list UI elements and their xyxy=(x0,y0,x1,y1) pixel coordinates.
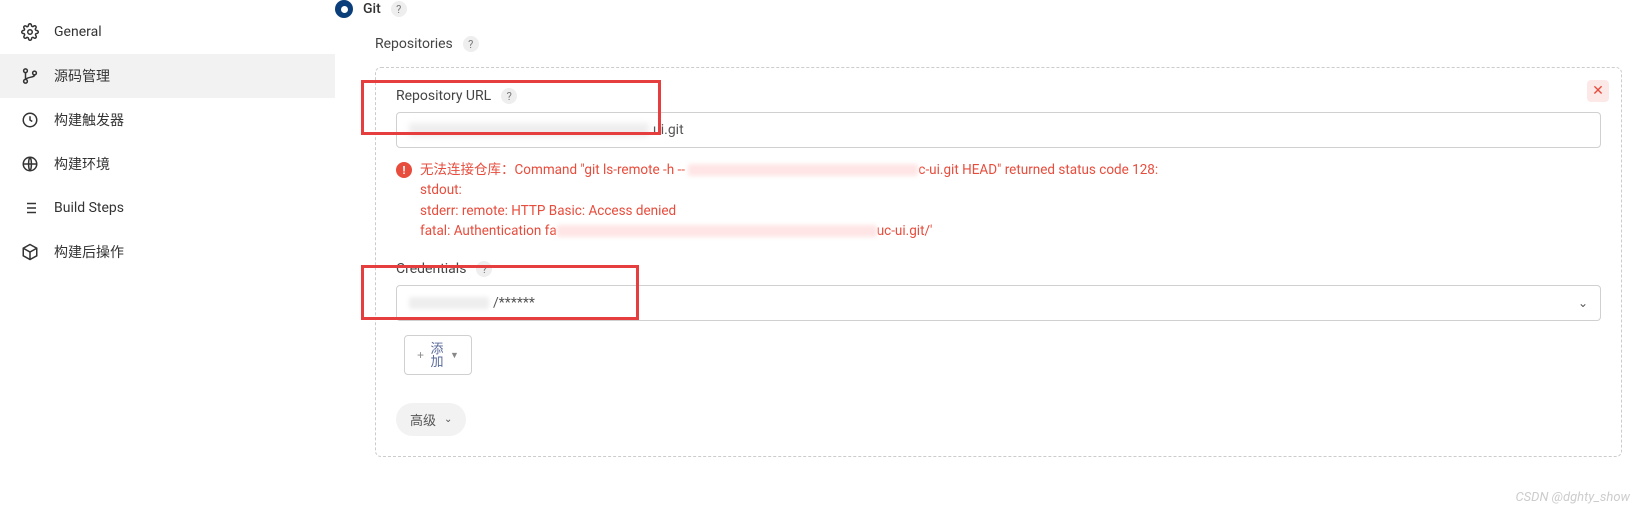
sidebar-item-scm[interactable]: 源码管理 xyxy=(0,54,335,98)
main-content: Git ? Repositories ? ✕ Repository URL ? … xyxy=(335,0,1642,513)
sidebar-item-environment[interactable]: 构建环境 xyxy=(0,142,335,186)
scm-git-option[interactable]: Git ? xyxy=(335,0,1622,18)
sidebar-item-label: General xyxy=(54,24,102,40)
repository-block: ✕ Repository URL ? ui.git ! 无法连接仓库：Comma… xyxy=(375,67,1622,457)
help-icon[interactable]: ? xyxy=(391,1,407,17)
credentials-select[interactable]: /****** ⌄ xyxy=(396,285,1601,321)
chevron-down-icon: ⌄ xyxy=(444,414,452,425)
repo-url-input[interactable]: ui.git xyxy=(396,112,1601,148)
scm-type-label: Git xyxy=(363,1,381,17)
sidebar-item-general[interactable]: General xyxy=(0,10,335,54)
sidebar-item-label: 构建后操作 xyxy=(54,242,124,262)
credentials-label: Credentials xyxy=(396,261,466,277)
watermark: CSDN @dghty_show xyxy=(1515,490,1630,505)
clock-icon xyxy=(20,110,40,130)
sidebar-item-build-steps[interactable]: Build Steps xyxy=(0,186,335,230)
plus-icon: + xyxy=(417,348,424,362)
repositories-header: Repositories ? xyxy=(375,36,1622,52)
sidebar-item-label: Build Steps xyxy=(54,200,124,216)
credentials-label-row: Credentials ? xyxy=(396,261,1601,277)
list-icon xyxy=(20,198,40,218)
help-icon[interactable]: ? xyxy=(476,261,492,277)
add-credentials-button[interactable]: + 添加 ▼ xyxy=(404,335,472,375)
gear-icon xyxy=(20,22,40,42)
advanced-button[interactable]: 高级 ⌄ xyxy=(396,403,466,436)
package-icon xyxy=(20,242,40,262)
sidebar-item-triggers[interactable]: 构建触发器 xyxy=(0,98,335,142)
help-icon[interactable]: ? xyxy=(463,36,479,52)
help-icon[interactable]: ? xyxy=(501,88,517,104)
sidebar-item-label: 构建环境 xyxy=(54,154,110,174)
sidebar-item-post-build[interactable]: 构建后操作 xyxy=(0,230,335,274)
chevron-down-icon: ⌄ xyxy=(1578,296,1588,310)
repo-url-label-row: Repository URL ? xyxy=(396,88,1601,104)
remove-repo-button[interactable]: ✕ xyxy=(1587,80,1609,102)
sidebar-item-label: 构建触发器 xyxy=(54,110,124,130)
sidebar: General 源码管理 构建触发器 构建环境 Build Steps 构建后操… xyxy=(0,0,335,513)
repositories-label: Repositories xyxy=(375,36,453,52)
chevron-down-icon: ▼ xyxy=(450,350,459,360)
globe-icon xyxy=(20,154,40,174)
sidebar-item-label: 源码管理 xyxy=(54,66,110,86)
branch-icon xyxy=(20,66,40,86)
repo-url-label: Repository URL xyxy=(396,88,491,104)
radio-selected-icon xyxy=(335,0,353,18)
error-message: ! 无法连接仓库：Command "git ls-remote -h -- c-… xyxy=(396,160,1601,241)
error-icon: ! xyxy=(396,162,412,178)
